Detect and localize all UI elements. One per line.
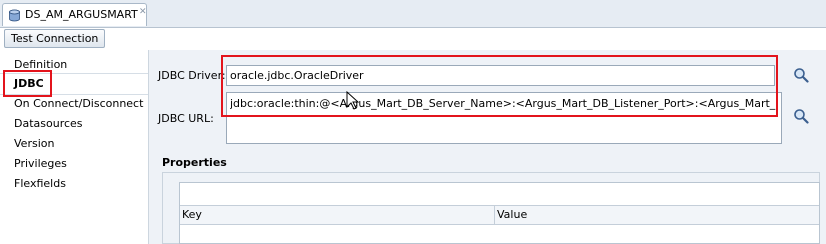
- jdbc-url-field-area[interactable]: [226, 112, 782, 144]
- search-icon[interactable]: [793, 108, 809, 124]
- test-connection-button[interactable]: Test Connection: [4, 29, 106, 48]
- close-icon[interactable]: ✕: [139, 7, 147, 17]
- toolbar: Test Connection: [0, 28, 826, 50]
- properties-title: Properties: [162, 156, 227, 169]
- nav-item-privileges[interactable]: Privileges: [14, 157, 67, 170]
- nav-item-definition[interactable]: Definition: [14, 58, 67, 71]
- jdbc-driver-field[interactable]: [226, 65, 775, 86]
- nav-item-on-connect-disconnect[interactable]: On Connect/Disconnect: [14, 97, 143, 110]
- jdbc-panel: JDBC Driver: JDBC URL: Properties Key Va…: [149, 50, 826, 244]
- column-header-value[interactable]: Value: [497, 208, 527, 221]
- jdbc-url-label: JDBC URL:: [158, 112, 214, 125]
- properties-table: Key Value: [179, 182, 820, 244]
- nav-item-flexfields[interactable]: Flexfields: [14, 177, 66, 190]
- column-header-key[interactable]: Key: [182, 208, 202, 221]
- search-icon[interactable]: [793, 67, 809, 83]
- jdbc-driver-label: JDBC Driver:: [158, 69, 226, 82]
- nav-item-datasources[interactable]: Datasources: [14, 117, 83, 130]
- editor-tab-strip: DS_AM_ARGUSMART ✕: [0, 0, 826, 28]
- tab-ds-am-argusmart[interactable]: DS_AM_ARGUSMART ✕: [2, 3, 147, 26]
- nav-item-version[interactable]: Version: [14, 137, 54, 150]
- properties-section: Key Value: [162, 172, 820, 244]
- nav-item-jdbc[interactable]: JDBC: [14, 77, 44, 90]
- properties-table-header: Key Value: [180, 205, 819, 225]
- left-navigation: Definition JDBC On Connect/Disconnect Da…: [0, 50, 149, 244]
- database-icon: [9, 9, 20, 22]
- jdbc-url-field[interactable]: [226, 92, 782, 113]
- column-divider[interactable]: [494, 206, 495, 224]
- mouse-cursor-icon: [346, 91, 360, 110]
- tab-title: DS_AM_ARGUSMART: [25, 8, 138, 21]
